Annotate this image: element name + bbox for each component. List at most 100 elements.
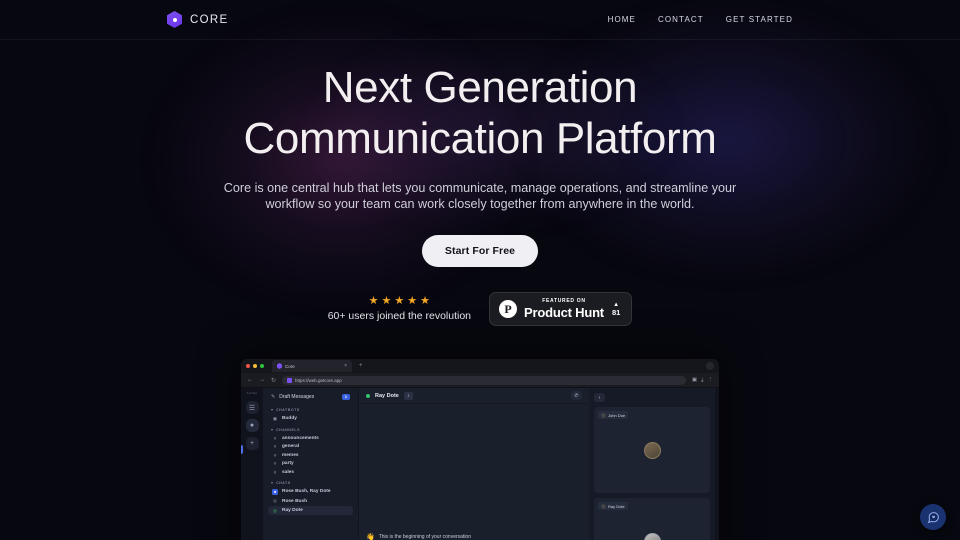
draft-messages-label: Draft Messages: [279, 394, 315, 400]
pencil-icon: ✎: [271, 394, 276, 400]
nav-link-contact[interactable]: CONTACT: [658, 15, 704, 24]
draft-count-badge: 1: [341, 394, 350, 400]
sidebar-item-general[interactable]: # general: [268, 443, 353, 451]
presence-online-icon: [366, 393, 370, 398]
hash-icon: #: [273, 461, 277, 466]
star-rating-icons: ★ ★ ★ ★ ★: [369, 296, 430, 307]
call-button[interactable]: ✆: [571, 391, 582, 400]
collapse-panel-button[interactable]: ‹: [594, 393, 605, 402]
product-hunt-logo-icon: P: [499, 300, 518, 319]
profile-avatar-icon[interactable]: [706, 362, 714, 370]
app-sidebar: ✎ Draft Messages 1 ▾ CHATBOTS ▣ Buddy ▾ …: [263, 388, 359, 540]
hero-heading-line1: Next Generation: [322, 63, 638, 112]
sidebar-item-announcements[interactable]: # announcements: [268, 434, 353, 442]
product-hunt-vote-count: 81: [611, 308, 621, 318]
rail-active-indicator: [241, 445, 243, 454]
hash-icon: #: [273, 452, 277, 458]
status-offline-icon: ◎: [273, 498, 277, 503]
site-icon: [287, 377, 293, 383]
minimize-window-icon[interactable]: [253, 364, 257, 368]
chevron-down-icon: ▾: [271, 427, 274, 432]
sliders-icon[interactable]: ☰: [245, 401, 259, 414]
section-header-chats[interactable]: ▾ CHATS: [268, 478, 353, 487]
product-screenshot-mockup: Core × + ← → ↻ https://web.getcore.app ▣…: [241, 359, 719, 540]
call-participant-tile[interactable]: ⚫ John Doe: [594, 407, 710, 493]
nav-link-home[interactable]: HOME: [608, 15, 636, 24]
star-icon: ★: [394, 295, 405, 308]
section-title: CHATS: [276, 480, 291, 485]
section-header-channels[interactable]: ▾ CHANNELS: [268, 425, 353, 434]
app-rail: ALPHA ☰ ● +: [241, 388, 263, 540]
url-input[interactable]: https://web.getcore.app: [282, 375, 686, 385]
chevron-down-icon: ▾: [271, 480, 274, 485]
conversation-start-notice: 👋 This is the beginning of your conversa…: [366, 533, 582, 540]
product-hunt-badge[interactable]: P FEATURED ON Product Hunt ▲ 81: [489, 292, 633, 327]
browser-tab-bar: Core × +: [241, 359, 719, 373]
downloads-icon[interactable]: ⤓: [701, 377, 703, 384]
participant-name-chip: ⚫ John Doe: [598, 411, 629, 419]
browser-tab[interactable]: Core ×: [272, 360, 352, 372]
reload-icon[interactable]: ↻: [271, 377, 276, 384]
landing-page: CORE HOME CONTACT GET STARTED Next Gener…: [0, 0, 960, 540]
sidebar-item-party[interactable]: # party: [268, 460, 353, 468]
section-header-chatbots[interactable]: ▾ CHATBOTS: [268, 405, 353, 414]
music-note-icon[interactable]: ♪: [403, 391, 413, 400]
message-list: 👋 This is the beginning of your conversa…: [359, 404, 589, 540]
sidebar-item-draft-messages[interactable]: ✎ Draft Messages 1: [268, 392, 353, 402]
star-icon: ★: [368, 295, 379, 308]
hero-heading-line2: Communication Platform: [243, 113, 717, 163]
star-icon: ★: [381, 295, 392, 308]
product-hunt-title: Product Hunt: [524, 305, 604, 321]
url-text: https://web.getcore.app: [295, 377, 342, 383]
scrollbar[interactable]: [715, 388, 719, 540]
sidebar-item-label: Buddy: [282, 416, 297, 421]
start-for-free-button[interactable]: Start For Free: [421, 235, 539, 268]
sidebar-item-sales[interactable]: # sales: [268, 468, 353, 476]
conversation-start-text: This is the beginning of your conversati…: [378, 534, 471, 540]
sidebar-item-label: sales: [282, 469, 295, 475]
avatar: [643, 441, 661, 459]
video-call-panel: ‹ ⚫ John Doe ⚫ Ray Dote: [589, 388, 715, 540]
menu-icon[interactable]: ⋮: [708, 377, 714, 383]
plus-icon[interactable]: +: [245, 437, 259, 450]
browser-url-bar: ← → ↻ https://web.getcore.app ▣ ⤓ ⋮: [241, 373, 719, 388]
mic-muted-icon: ⚫: [601, 503, 606, 509]
hash-icon: #: [273, 469, 277, 475]
hexagon-logo-icon: [167, 11, 182, 28]
product-hunt-eyebrow: FEATURED ON: [542, 298, 586, 305]
sidebar-item-label: Ray Dote: [282, 508, 303, 513]
section-title: CHANNELS: [276, 427, 300, 432]
rail-workspace-label: ALPHA: [246, 391, 258, 395]
avatar: [643, 532, 661, 540]
brand[interactable]: CORE: [167, 11, 228, 28]
call-participant-tile[interactable]: ⚫ Ray Dote: [594, 498, 710, 540]
star-icon: ★: [407, 295, 418, 308]
page-title: Next Generation Communication Platform: [0, 63, 960, 163]
group-icon: ■: [272, 488, 278, 495]
navbar: CORE HOME CONTACT GET STARTED: [0, 0, 960, 40]
hash-icon: #: [273, 444, 277, 449]
status-online-icon: ◎: [273, 507, 277, 513]
sidebar-item-rose-bush-ray-dote[interactable]: ■ Rose Bush, Ray Dote: [268, 487, 353, 496]
chat-icon[interactable]: ●: [245, 419, 259, 432]
sidebar-item-rose-bush[interactable]: ◎ Rose Bush: [268, 497, 353, 506]
hero-subtitle: Core is one central hub that lets you co…: [223, 180, 737, 211]
back-icon[interactable]: ←: [247, 377, 253, 383]
window-controls: [246, 364, 264, 368]
nav-link-get-started[interactable]: GET STARTED: [726, 15, 793, 24]
close-window-icon[interactable]: [246, 364, 250, 368]
chat-bubble-icon[interactable]: [920, 504, 946, 530]
wave-hand-icon: 👋: [366, 534, 375, 540]
sidebar-item-memes[interactable]: # memes: [268, 451, 353, 459]
cta-wrapper: Start For Free: [0, 235, 960, 268]
new-tab-button[interactable]: +: [359, 363, 363, 369]
close-tab-icon[interactable]: ×: [344, 363, 347, 369]
sidebar-item-ray-dote[interactable]: ◎ Ray Dote: [268, 506, 353, 515]
tab-favicon-icon: [277, 363, 282, 369]
forward-icon[interactable]: →: [259, 377, 265, 383]
sidebar-toggle-icon[interactable]: ▣: [692, 377, 697, 383]
sidebar-item-buddy[interactable]: ▣ Buddy: [268, 414, 353, 423]
bot-icon: ▣: [272, 415, 278, 421]
maximize-window-icon[interactable]: [260, 364, 264, 368]
conversation-title: Ray Dote: [375, 392, 399, 399]
